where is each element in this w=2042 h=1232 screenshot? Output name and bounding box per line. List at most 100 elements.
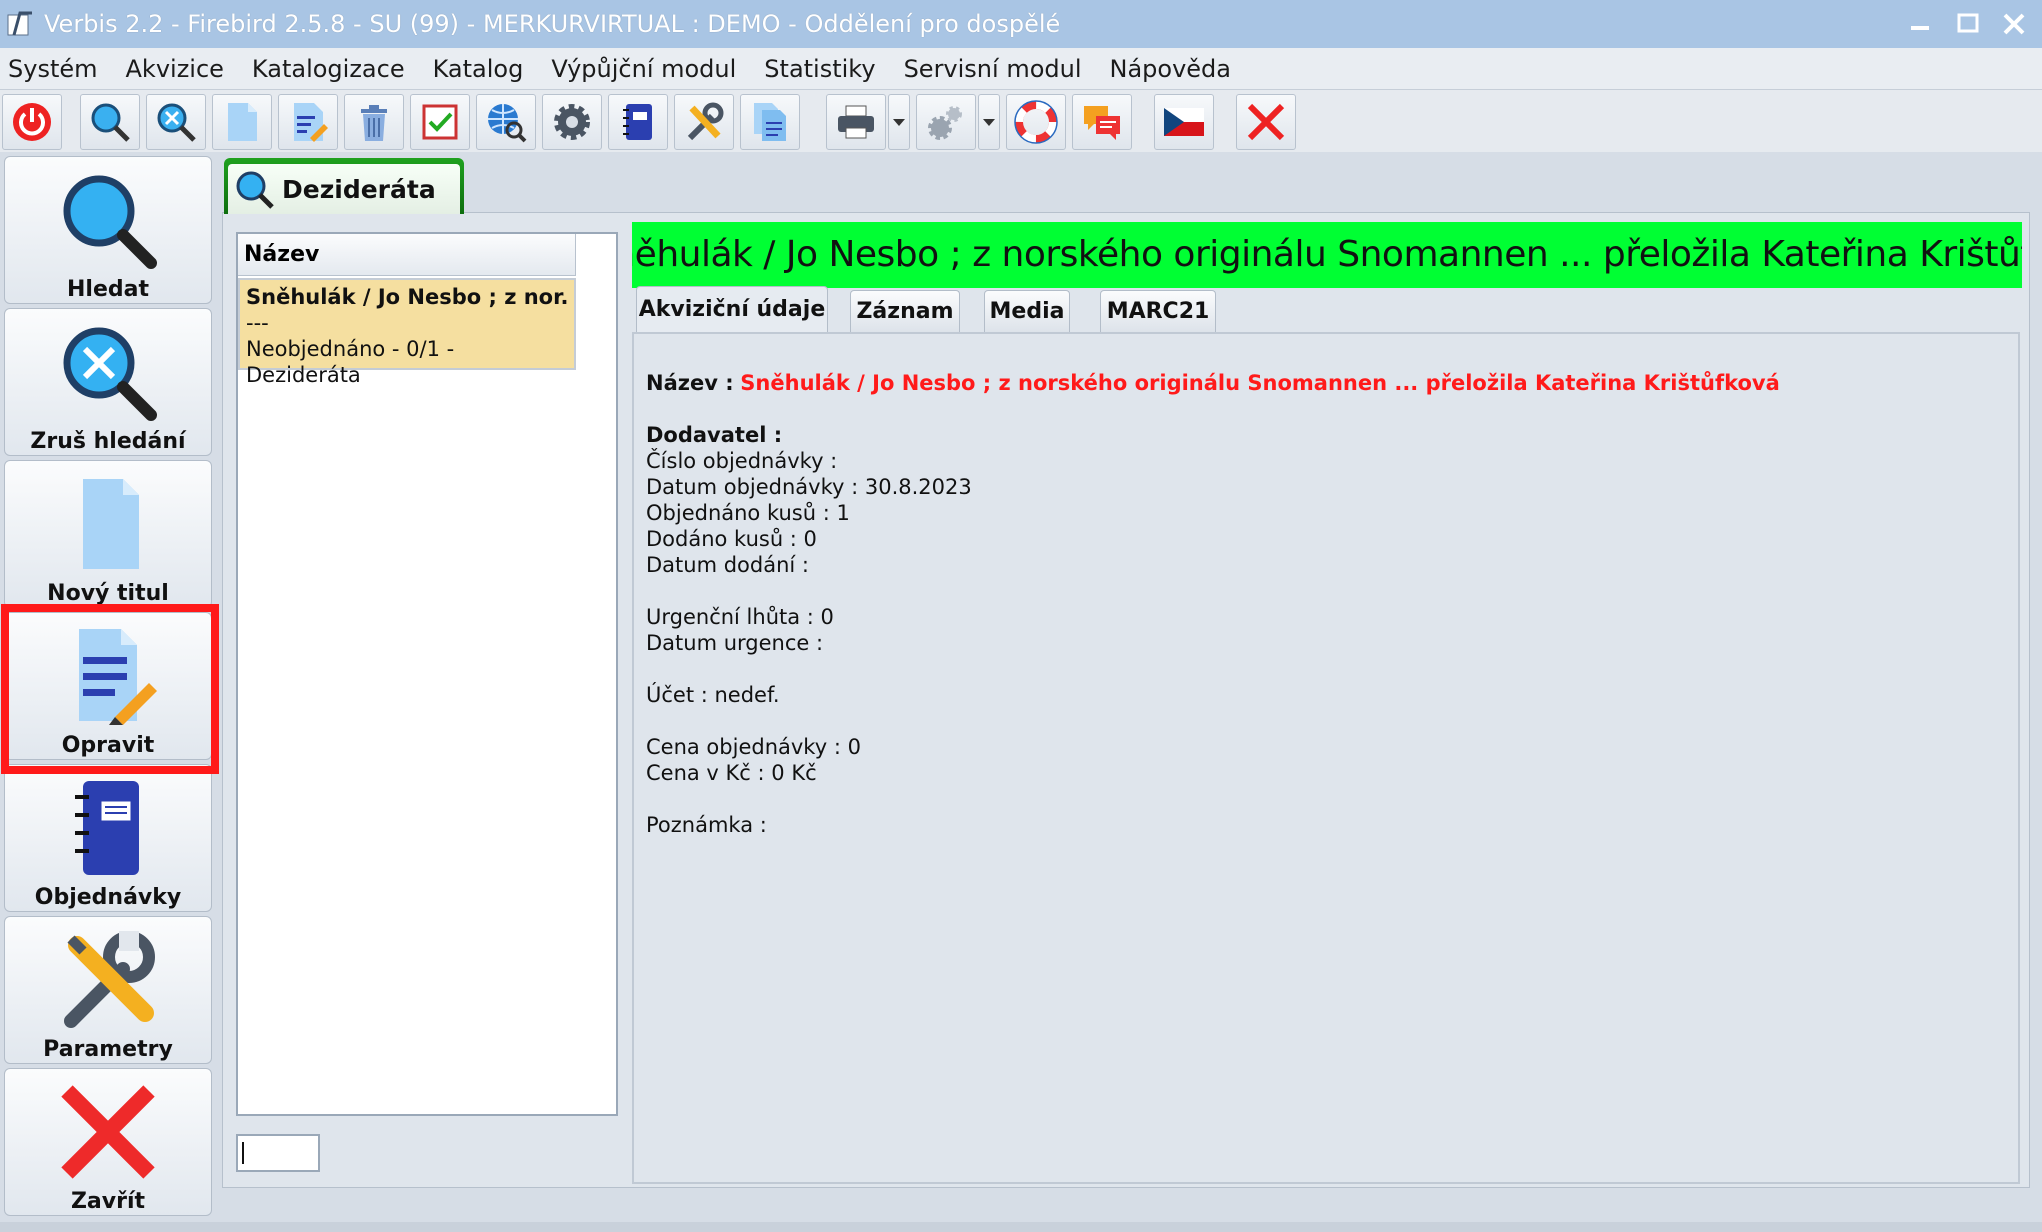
settings-gear-icon <box>554 104 590 140</box>
filter-input[interactable] <box>236 1134 320 1172</box>
sidebar-item-zavrit[interactable]: Zavřít <box>4 1068 212 1216</box>
sidebar: Hledat Zruš hledání Nový titul Opravit O… <box>0 152 218 1222</box>
sidebar-item-zrus-hledani[interactable]: Zruš hledání <box>4 308 212 456</box>
notebook-icon <box>623 104 652 140</box>
menu-napoveda[interactable]: Nápověda <box>1096 55 1246 83</box>
notebook-icon <box>75 781 139 875</box>
detail-dodano-kusu: Dodáno kusů : 0 <box>646 527 817 551</box>
language-button[interactable] <box>1154 94 1214 150</box>
detail-title-row: Název : Sněhulák / Jo Nesbo ; z norského… <box>646 370 2006 396</box>
menu-system[interactable]: Systém <box>0 55 112 83</box>
close-button[interactable] <box>1236 94 1296 150</box>
menu-akvizice[interactable]: Akvizice <box>112 55 238 83</box>
chat-icon <box>1084 106 1120 140</box>
sidebar-item-hledat[interactable]: Hledat <box>4 156 212 304</box>
sidebar-item-label: Nový titul <box>47 581 169 606</box>
parameters-button[interactable] <box>674 94 734 150</box>
print-dropdown[interactable] <box>888 94 910 150</box>
close-icon <box>61 1085 155 1179</box>
messages-button[interactable] <box>1072 94 1132 150</box>
tab-label: Dezideráta <box>282 174 436 204</box>
automation-button[interactable] <box>916 94 976 150</box>
lifebuoy-icon <box>1014 100 1058 144</box>
documents-button[interactable] <box>740 94 800 150</box>
detail-datum-dodani: Datum dodání : <box>646 553 809 577</box>
results-list[interactable]: Název Sněhulák / Jo Nesbo ; z nor... ---… <box>236 232 618 1116</box>
minimize-button[interactable] <box>1902 6 1938 42</box>
search-icon <box>63 175 157 269</box>
tab-deziderata[interactable]: Dezideráta <box>224 158 464 214</box>
list-item[interactable]: Sněhulák / Jo Nesbo ; z nor... --- Neobj… <box>238 278 576 387</box>
printer-icon <box>838 105 874 139</box>
close-icon <box>1247 103 1285 141</box>
maximize-button[interactable] <box>1950 6 1986 42</box>
close-window-button[interactable] <box>1996 6 2032 42</box>
menu-statistiky[interactable]: Statistiky <box>750 55 889 83</box>
sidebar-item-label: Zavřít <box>70 1189 146 1214</box>
tools-icon <box>687 102 724 141</box>
window-title: Verbis 2.2 - Firebird 2.5.8 - SU (99) - … <box>44 10 1061 38</box>
detail-ucet: Účet : nedef. <box>646 683 780 707</box>
delete-button[interactable] <box>344 94 404 150</box>
tab-zaznam[interactable]: Záznam <box>850 290 960 332</box>
title-banner-text: Sněhulák / Jo Nesbo ; z norského originá… <box>632 234 2022 275</box>
tab-marc21[interactable]: MARC21 <box>1100 290 1216 332</box>
sidebar-item-novy-titul[interactable]: Nový titul <box>4 460 212 608</box>
menu-servisni-modul[interactable]: Servisní modul <box>890 55 1096 83</box>
title-banner: Sněhulák / Jo Nesbo ; z norského originá… <box>632 222 2022 288</box>
detail-title-value: Sněhulák / Jo Nesbo ; z norského originá… <box>740 371 1780 395</box>
detail-title-label: Název : <box>646 371 734 395</box>
sidebar-item-opravit[interactable]: Opravit <box>4 612 212 760</box>
edit-document-icon <box>79 629 157 725</box>
globe-search-icon <box>488 104 527 143</box>
sidebar-item-parametry[interactable]: Parametry <box>4 916 212 1064</box>
new-document-button[interactable] <box>212 94 272 150</box>
status-bar <box>0 1222 2042 1232</box>
acquisition-details: Název : Sněhulák / Jo Nesbo ; z norského… <box>632 332 2020 1184</box>
tab-media[interactable]: Media <box>984 290 1070 332</box>
power-icon <box>13 103 51 141</box>
list-item-title: Sněhulák / Jo Nesbo ; z nor... <box>246 285 568 309</box>
detail-objednano-kusu: Objednáno kusů : 1 <box>646 501 850 525</box>
detail-poznamka: Poznámka : <box>646 813 767 837</box>
online-search-button[interactable] <box>476 94 536 150</box>
sidebar-item-label: Parametry <box>43 1037 173 1062</box>
search-button[interactable] <box>80 94 140 150</box>
tab-akvizicni-udaje[interactable]: Akviziční údaje <box>636 286 828 332</box>
clear-search-icon <box>157 103 196 142</box>
print-button[interactable] <box>826 94 886 150</box>
menu-bar: Systém Akvizice Katalogizace Katalog Výp… <box>0 48 2042 90</box>
orders-button[interactable] <box>608 94 668 150</box>
sidebar-item-label: Zruš hledání <box>30 429 186 454</box>
sidebar-item-objednavky[interactable]: Objednávky <box>4 764 212 912</box>
title-bar: Verbis 2.2 - Firebird 2.5.8 - SU (99) - … <box>0 0 2042 48</box>
czech-flag-icon <box>1164 108 1204 136</box>
edit-document-icon <box>294 103 328 142</box>
detail-datum-objednavky: Datum objednávky : 30.8.2023 <box>646 475 972 499</box>
sidebar-item-label: Hledat <box>67 277 149 302</box>
power-button[interactable] <box>2 94 62 150</box>
menu-katalog[interactable]: Katalog <box>419 55 538 83</box>
toolbar <box>0 90 2042 152</box>
menu-vypujcni-modul[interactable]: Výpůjční modul <box>537 55 750 83</box>
detail-cena-v-kc: Cena v Kč : 0 Kč <box>646 761 817 785</box>
search-icon <box>236 171 274 209</box>
sidebar-item-label: Objednávky <box>34 885 182 910</box>
help-button[interactable] <box>1006 94 1066 150</box>
clear-search-button[interactable] <box>146 94 206 150</box>
settings-button[interactable] <box>542 94 602 150</box>
detail-urgencni-lhuta: Urgenční lhůta : 0 <box>646 605 834 629</box>
list-item-status: Neobjednáno - 0/1 - Dezideráta <box>246 337 455 387</box>
detail-datum-urgence: Datum urgence : <box>646 631 824 655</box>
list-item-separator: --- <box>246 311 269 335</box>
menu-katalogizace[interactable]: Katalogizace <box>238 55 419 83</box>
app-logo-icon <box>6 9 36 39</box>
detail-dodavatel: Dodavatel : <box>646 423 783 447</box>
confirm-button[interactable] <box>410 94 470 150</box>
edit-document-button[interactable] <box>278 94 338 150</box>
trash-icon <box>361 105 387 141</box>
new-document-icon <box>83 479 139 569</box>
column-header-nazev[interactable]: Název <box>238 234 576 276</box>
automation-dropdown[interactable] <box>978 94 1000 150</box>
documents-icon <box>754 103 786 141</box>
